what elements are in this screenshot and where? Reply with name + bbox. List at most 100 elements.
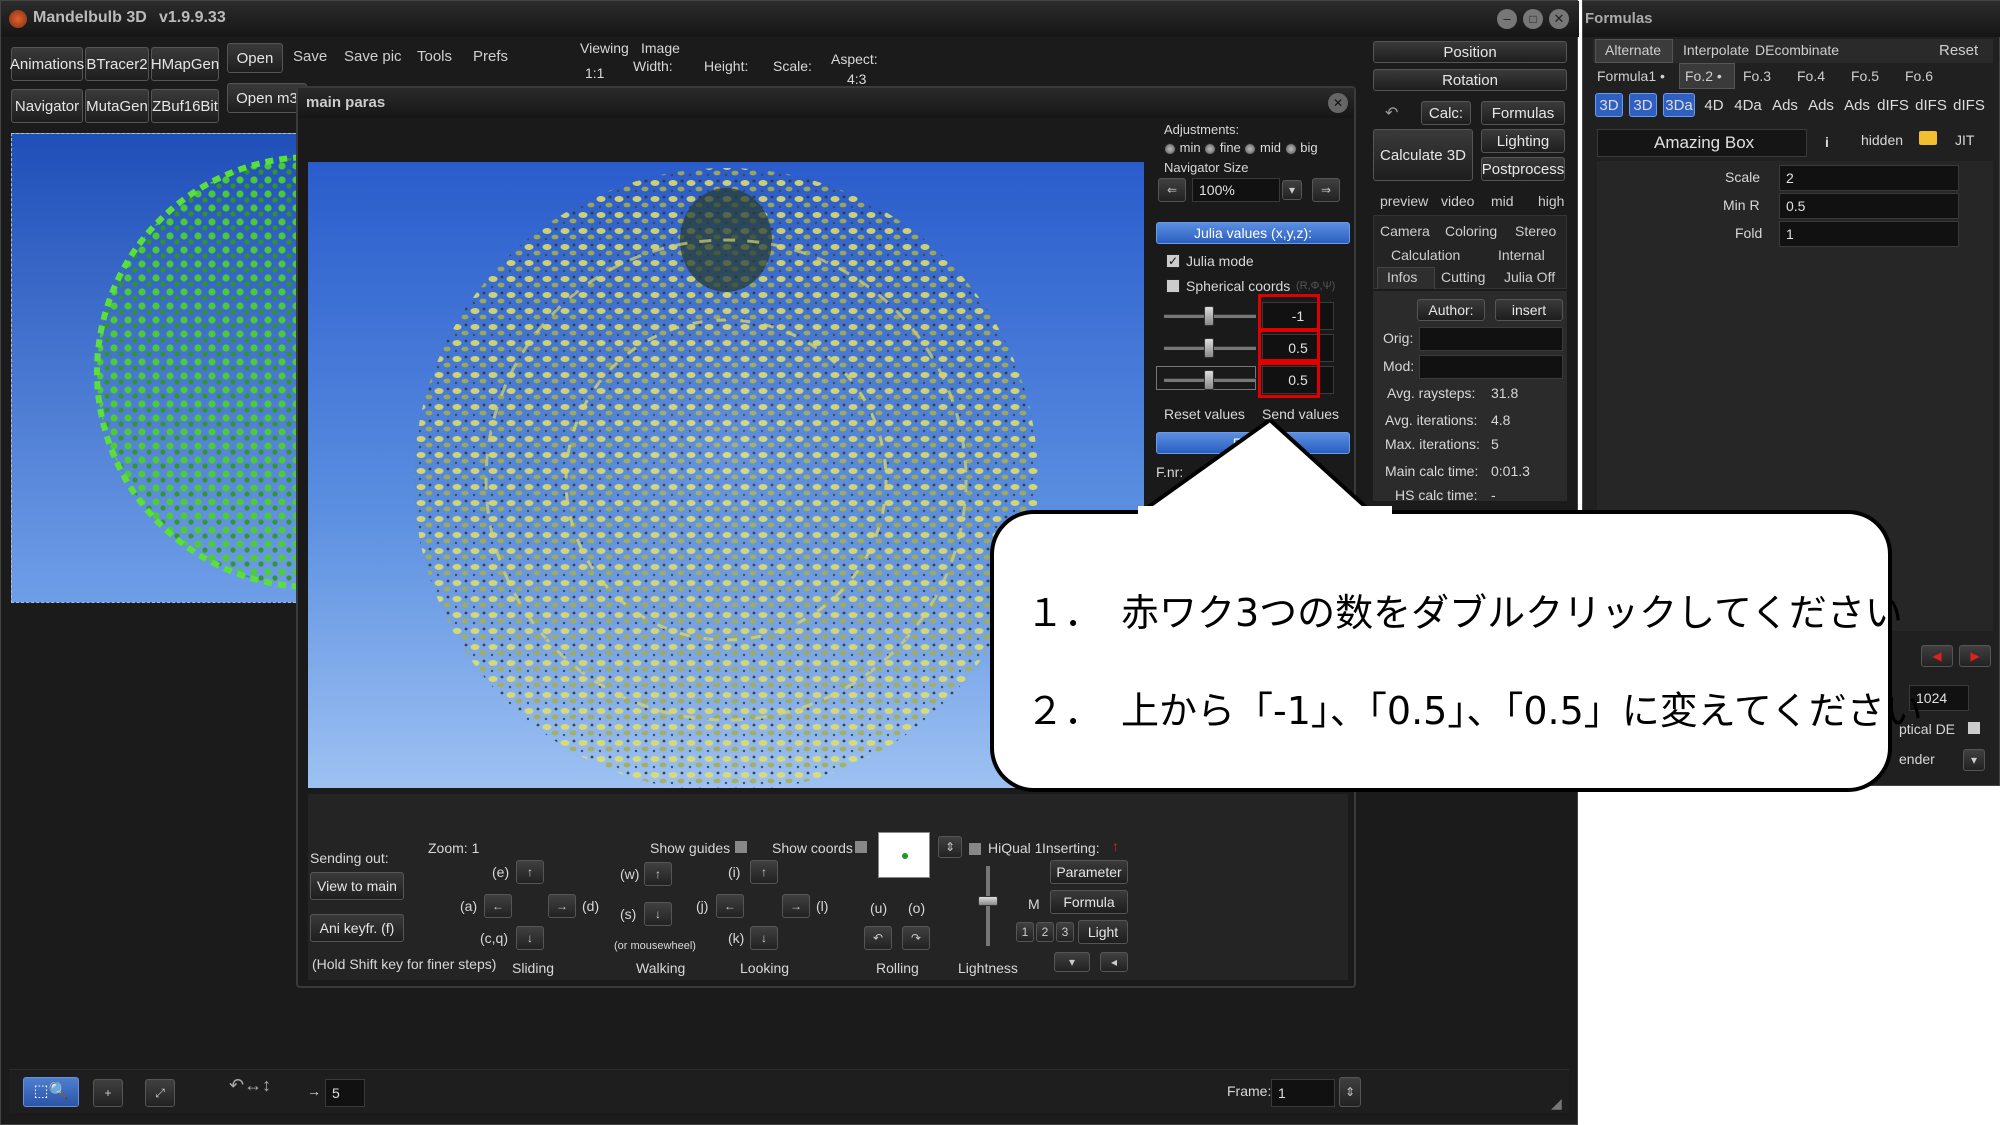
animations-button[interactable]: Animations bbox=[10, 47, 84, 81]
high-mode[interactable]: high bbox=[1538, 193, 1564, 209]
param-field-minr[interactable]: 0.5 bbox=[1779, 193, 1959, 219]
julia-x-knob[interactable] bbox=[1204, 306, 1214, 326]
close-icon[interactable]: ✕ bbox=[1549, 9, 1569, 29]
optical-de-checkbox[interactable] bbox=[1967, 721, 1981, 735]
preview-mode[interactable]: preview bbox=[1380, 193, 1428, 209]
tab-fo6[interactable]: Fo.6 bbox=[1905, 68, 1933, 84]
radio-fine[interactable] bbox=[1204, 142, 1217, 155]
tab-fo4[interactable]: Fo.4 bbox=[1797, 68, 1825, 84]
open-m3-button[interactable]: Open m3 bbox=[227, 83, 307, 113]
lightness-slider-knob[interactable] bbox=[978, 896, 998, 906]
dim-tab-difs-c[interactable]: dIFS bbox=[1951, 93, 1987, 117]
nav-size-select[interactable]: 100% bbox=[1192, 178, 1280, 202]
nav-size-dropdown-icon[interactable]: ▾ bbox=[1282, 180, 1302, 200]
num-2-button[interactable]: 2 bbox=[1036, 922, 1054, 942]
lightness-slider-track[interactable] bbox=[986, 866, 990, 946]
radio-big[interactable] bbox=[1284, 142, 1297, 155]
insert-parameter-button[interactable]: Parameter bbox=[1050, 860, 1128, 884]
dim-tab-difs-a[interactable]: dIFS bbox=[1875, 93, 1911, 117]
hiqual-checkbox[interactable] bbox=[968, 842, 982, 856]
open-button[interactable]: Open bbox=[227, 43, 283, 73]
postprocess-button[interactable]: Postprocess bbox=[1481, 157, 1565, 181]
tab-interpolate[interactable]: Interpolate bbox=[1683, 42, 1749, 58]
hidden-label[interactable]: hidden bbox=[1861, 132, 1903, 148]
tab-fo5[interactable]: Fo.5 bbox=[1851, 68, 1879, 84]
save-menu[interactable]: Save bbox=[293, 48, 327, 65]
light-back-icon[interactable]: ◂ bbox=[1100, 952, 1128, 972]
tab-fo3[interactable]: Fo.3 bbox=[1743, 68, 1771, 84]
render-dropdown-icon[interactable]: ▾ bbox=[1963, 749, 1985, 771]
frame-field[interactable]: 1 bbox=[1271, 1079, 1335, 1107]
tab-internal[interactable]: Internal bbox=[1498, 247, 1545, 263]
light-dropdown-icon[interactable]: ▾ bbox=[1054, 952, 1090, 972]
nav-size-right-icon[interactable]: ⇒ bbox=[1312, 178, 1340, 202]
resize-icon[interactable]: ⤢ bbox=[145, 1079, 175, 1107]
slide-left-icon[interactable]: ← bbox=[484, 894, 512, 918]
nav-size-left-icon[interactable]: ⇐ bbox=[1158, 178, 1186, 202]
video-mode[interactable]: video bbox=[1441, 193, 1474, 209]
mutagen-button[interactable]: MutaGen bbox=[85, 89, 149, 123]
navigator-button[interactable]: Navigator bbox=[11, 89, 83, 123]
num-1-button[interactable]: 1 bbox=[1016, 922, 1034, 942]
tools-menu[interactable]: Tools bbox=[417, 48, 452, 65]
show-guides-checkbox[interactable] bbox=[734, 840, 748, 854]
dim-tab-ads-c[interactable]: Ads bbox=[1841, 93, 1873, 117]
dim-tab-ads-b[interactable]: Ads bbox=[1805, 93, 1837, 117]
tab-calculation[interactable]: Calculation bbox=[1391, 247, 1460, 263]
dim-tab-4da[interactable]: 4Da bbox=[1731, 93, 1765, 117]
look-up-icon[interactable]: ↑ bbox=[750, 860, 778, 884]
mini-map[interactable] bbox=[878, 832, 930, 878]
calculate-3d-button[interactable]: Calculate 3D bbox=[1373, 129, 1473, 181]
prev-red-arrow-icon[interactable]: ◀ bbox=[1921, 645, 1953, 667]
frame-stepper[interactable]: ⇕ bbox=[1339, 1077, 1361, 1107]
tab-fo2[interactable]: Fo.2 • bbox=[1685, 68, 1722, 84]
julia-values-bar[interactable]: Julia values (x,y,z): bbox=[1156, 222, 1350, 244]
ani-keyfr-button[interactable]: Ani keyfr. (f) bbox=[310, 914, 404, 942]
walk-forward-icon[interactable]: ↑ bbox=[644, 862, 672, 886]
insert-button[interactable]: insert bbox=[1495, 299, 1563, 321]
julia-y-knob[interactable] bbox=[1204, 338, 1214, 358]
param-field-scale[interactable]: 2 bbox=[1779, 165, 1959, 191]
tab-infos[interactable]: Infos bbox=[1387, 269, 1417, 285]
mod-field[interactable] bbox=[1419, 355, 1563, 379]
tab-formula1[interactable]: Formula1 • bbox=[1597, 68, 1665, 84]
select-zoom-icon[interactable]: ⬚🔍 bbox=[23, 1077, 79, 1107]
dim-tab-3da[interactable]: 3Da bbox=[1663, 93, 1695, 117]
calc-button[interactable]: Calc: bbox=[1421, 101, 1471, 125]
minimap-stepper[interactable]: ⇕ bbox=[938, 836, 962, 858]
formula-info-icon[interactable]: i bbox=[1825, 134, 1829, 150]
look-left-icon[interactable]: ← bbox=[716, 894, 744, 918]
tab-cutting[interactable]: Cutting bbox=[1441, 269, 1485, 285]
tab-decombinate[interactable]: DEcombinate bbox=[1755, 42, 1839, 58]
param-field-fold[interactable]: 1 bbox=[1779, 221, 1959, 247]
jit-label[interactable]: JIT bbox=[1955, 132, 1974, 148]
next-red-arrow-icon[interactable]: ▶ bbox=[1959, 645, 1991, 667]
main-paras-close-icon[interactable]: ✕ bbox=[1328, 93, 1348, 113]
julia-mode-checkbox[interactable]: ✓ bbox=[1166, 254, 1180, 268]
plus-icon[interactable]: + bbox=[93, 1079, 123, 1107]
position-button[interactable]: Position bbox=[1373, 41, 1567, 63]
dim-tab-4d[interactable]: 4D bbox=[1701, 93, 1727, 117]
dim-tab-3d-a[interactable]: 3D bbox=[1595, 93, 1623, 117]
roll-right-icon[interactable]: ↷ bbox=[902, 926, 930, 950]
lighting-button[interactable]: Lighting bbox=[1481, 129, 1565, 153]
arrows-icon[interactable]: ↶↔↕ bbox=[229, 1075, 271, 1096]
show-coords-checkbox[interactable] bbox=[854, 840, 868, 854]
julia-z-knob[interactable] bbox=[1204, 370, 1214, 390]
tab-stereo[interactable]: Stereo bbox=[1515, 223, 1556, 239]
slide-up-icon[interactable]: ↑ bbox=[516, 860, 544, 884]
orig-field[interactable] bbox=[1419, 327, 1563, 351]
zbuf16bit-button[interactable]: ZBuf16Bit bbox=[151, 89, 219, 123]
radio-mid[interactable] bbox=[1244, 142, 1257, 155]
tab-julia-off[interactable]: Julia Off bbox=[1504, 269, 1555, 285]
mid-mode[interactable]: mid bbox=[1491, 193, 1514, 209]
minimize-icon[interactable]: – bbox=[1497, 9, 1517, 29]
dim-tab-ads-a[interactable]: Ads bbox=[1769, 93, 1801, 117]
save-pic-menu[interactable]: Save pic bbox=[344, 48, 402, 65]
formulas-button[interactable]: Formulas bbox=[1481, 101, 1565, 125]
dim-tab-difs-b[interactable]: dIFS bbox=[1913, 93, 1949, 117]
maximize-icon[interactable]: □ bbox=[1523, 9, 1543, 29]
walk-back-icon[interactable]: ↓ bbox=[644, 902, 672, 926]
rotation-button[interactable]: Rotation bbox=[1373, 69, 1567, 91]
hmapgen-button[interactable]: HMapGen bbox=[151, 47, 219, 81]
